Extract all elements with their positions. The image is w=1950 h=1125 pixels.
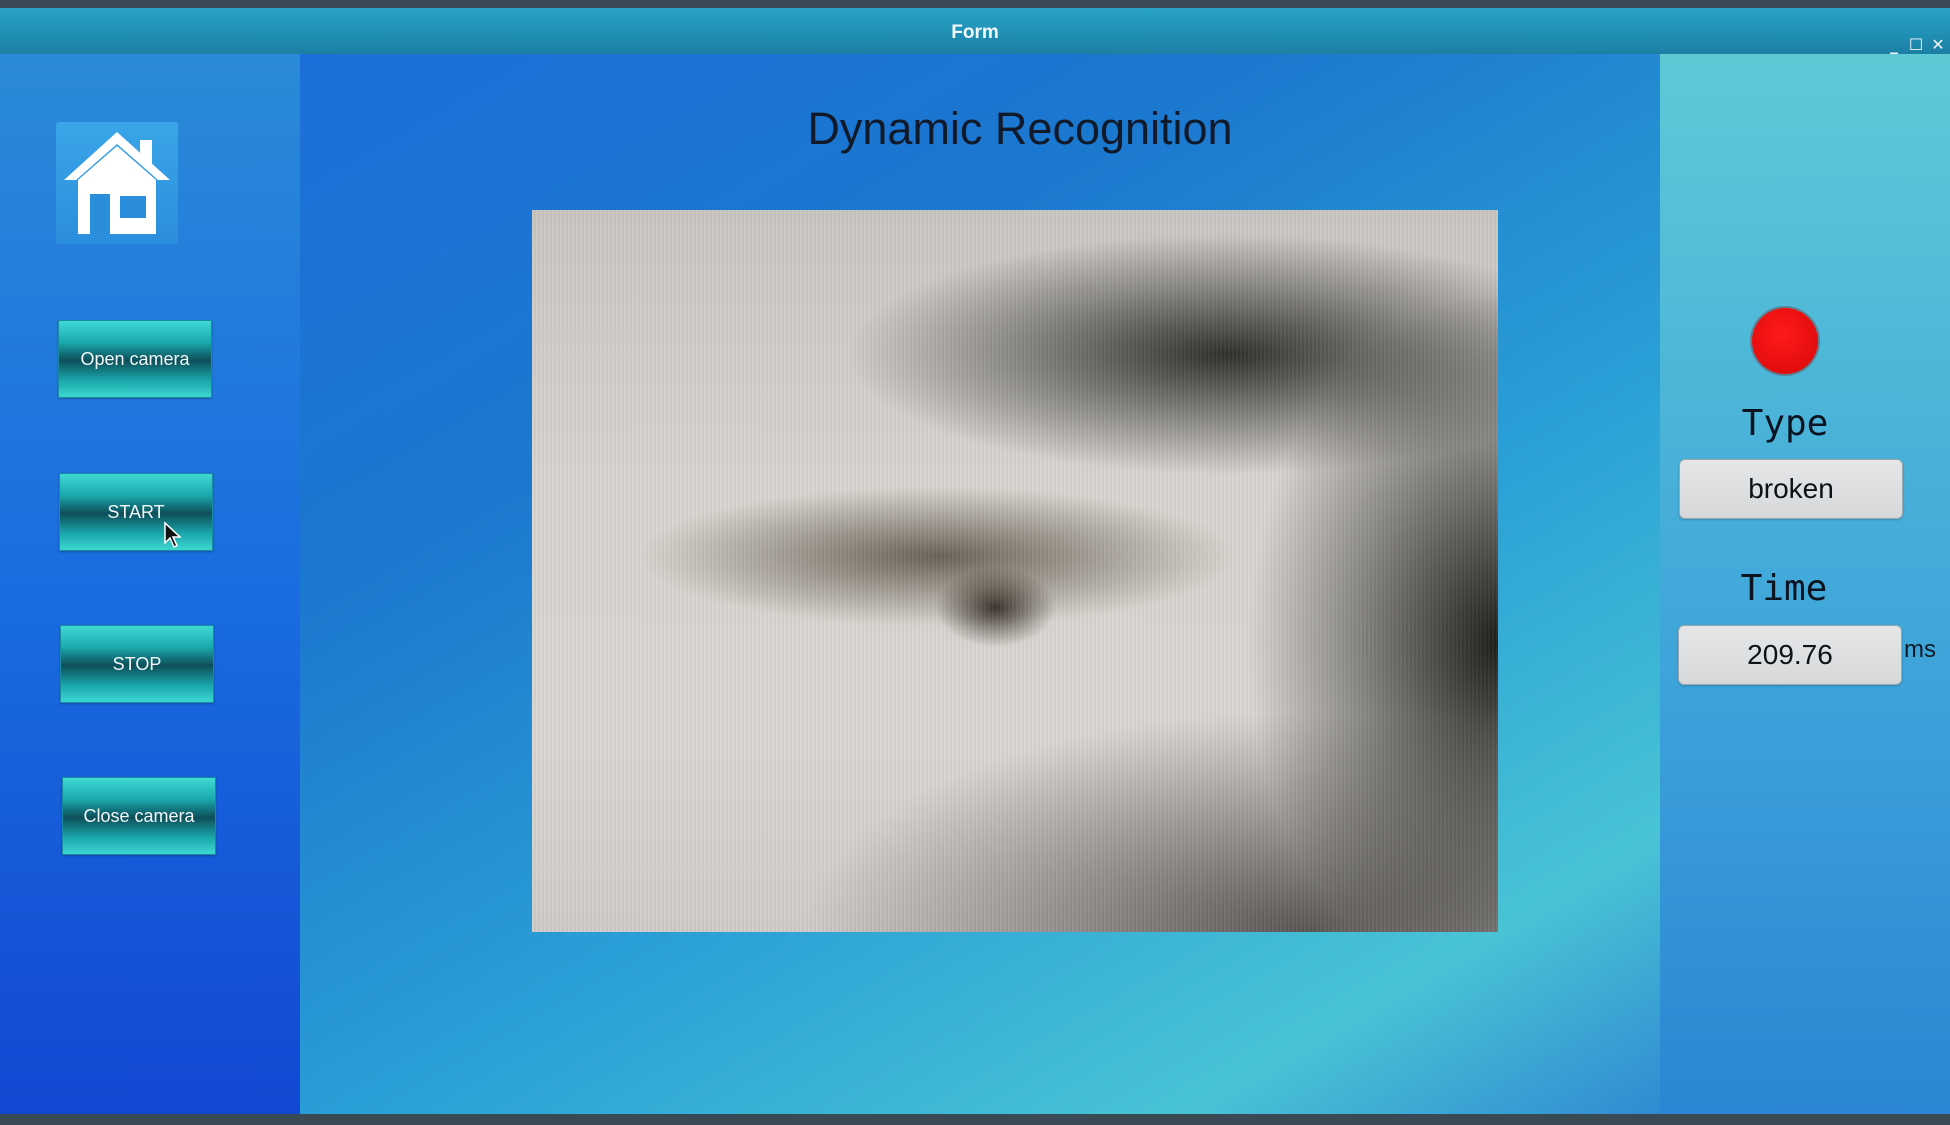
start-button[interactable]: START	[59, 473, 213, 551]
stop-button[interactable]: STOP	[60, 625, 214, 703]
home-button[interactable]	[56, 122, 178, 244]
close-icon[interactable]: ✕	[1930, 20, 1946, 70]
app-window: Form _ ☐ ✕ Open camera START STOP Close …	[0, 8, 1950, 1114]
home-icon	[64, 132, 170, 234]
title-bar: Form _ ☐ ✕	[0, 8, 1950, 54]
close-camera-button[interactable]: Close camera	[62, 777, 216, 855]
page-title: Dynamic Recognition	[807, 103, 1233, 154]
window-title: Form	[951, 22, 999, 43]
camera-feed	[532, 210, 1498, 932]
status-indicator	[1752, 308, 1818, 374]
maximize-icon[interactable]: ☐	[1908, 20, 1924, 70]
mouse-cursor-icon	[164, 521, 182, 549]
type-label: Type	[1741, 403, 1829, 444]
open-camera-button[interactable]: Open camera	[58, 320, 212, 398]
time-value-field: 209.76	[1678, 625, 1902, 685]
minimize-icon[interactable]: _	[1886, 20, 1902, 70]
time-label: Time	[1740, 568, 1828, 609]
time-unit-label: ms	[1904, 636, 1936, 663]
type-value-field: broken	[1679, 459, 1903, 519]
window-controls: _ ☐ ✕	[1886, 20, 1946, 70]
